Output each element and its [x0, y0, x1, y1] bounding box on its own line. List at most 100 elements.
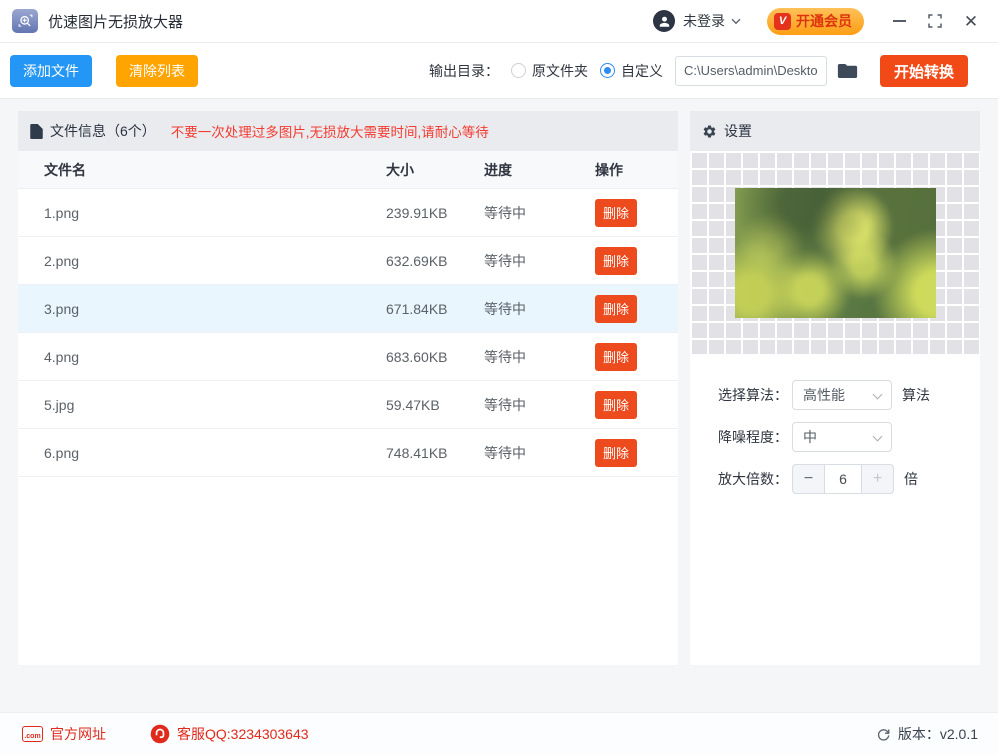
- version-label: 版本：: [897, 726, 940, 742]
- chevron-down-icon: [872, 431, 883, 442]
- close-icon: ✕: [963, 11, 979, 31]
- scale-decrease-button[interactable]: −: [792, 464, 825, 494]
- settings-controls: 选择算法： 高性能 算法 降噪程度： 中 放大倍数： − 6 + 倍: [690, 354, 980, 494]
- radio-custom-folder-label: 自定义: [621, 62, 663, 79]
- col-action: 操作: [595, 161, 623, 178]
- radio-custom-folder[interactable]: 自定义: [600, 61, 663, 81]
- chevron-down-icon[interactable]: [731, 18, 741, 25]
- vip-button-label: 开通会员: [796, 13, 852, 29]
- table-row-selected[interactable]: 3.png 671.84KB 等待中 删除: [18, 285, 678, 333]
- gear-icon: [703, 124, 716, 137]
- col-size: 大小: [386, 161, 414, 178]
- image-preview: [734, 187, 936, 318]
- close-button[interactable]: ✕: [960, 10, 982, 32]
- start-convert-button[interactable]: 开始转换: [880, 54, 968, 87]
- radio-custom-folder-icon: [600, 63, 615, 78]
- radio-original-folder-label: 原文件夹: [532, 62, 588, 79]
- qq-service-link[interactable]: 客服QQ:3234303643: [177, 724, 309, 744]
- file-name: 5.jpg: [44, 396, 75, 413]
- algorithm-select[interactable]: 高性能: [792, 380, 892, 410]
- vip-badge-icon: V: [774, 12, 791, 30]
- footer: .com 官方网址 客服QQ:3234303643 版本： v2.0.1: [0, 712, 998, 755]
- file-size: 683.60KB: [386, 348, 448, 365]
- chevron-down-icon: [872, 389, 883, 400]
- file-size: 671.84KB: [386, 300, 448, 317]
- denoise-select[interactable]: 中: [792, 422, 892, 452]
- title-bar: 优速图片无损放大器 未登录 V 开通会员 ✕: [0, 0, 998, 43]
- delete-button[interactable]: 删除: [595, 390, 637, 419]
- file-status: 等待中: [484, 396, 526, 413]
- clear-list-button[interactable]: 清除列表: [116, 54, 198, 87]
- delete-button[interactable]: 删除: [595, 342, 637, 371]
- delete-button[interactable]: 删除: [595, 198, 637, 227]
- scale-value[interactable]: 6: [825, 464, 861, 494]
- scale-label: 放大倍数：: [718, 471, 788, 487]
- file-panel-title: 文件信息（6个）: [50, 123, 156, 139]
- file-panel-header: 文件信息（6个） 不要一次处理过多图片,无损放大需要时间,请耐心等待: [18, 111, 678, 151]
- settings-panel-title: 设置: [724, 123, 752, 139]
- user-avatar-icon[interactable]: [653, 10, 675, 32]
- minimize-button[interactable]: [888, 10, 910, 32]
- file-status: 等待中: [484, 252, 526, 269]
- official-site-link[interactable]: 官方网址: [50, 724, 106, 744]
- maximize-icon: [928, 14, 942, 28]
- file-name: 3.png: [44, 300, 80, 317]
- denoise-label: 降噪程度：: [718, 429, 788, 445]
- warning-text: 不要一次处理过多图片,无损放大需要时间,请耐心等待: [170, 125, 489, 140]
- denoise-value: 中: [803, 429, 817, 445]
- file-status: 等待中: [484, 300, 526, 317]
- main-content: 文件信息（6个） 不要一次处理过多图片,无损放大需要时间,请耐心等待 文件名 大…: [0, 99, 998, 712]
- file-name: 4.png: [44, 348, 80, 365]
- algorithm-label: 选择算法：: [718, 387, 788, 403]
- refresh-icon[interactable]: [876, 727, 891, 742]
- file-name: 6.png: [44, 444, 80, 461]
- table-row[interactable]: 5.jpg 59.47KB 等待中 删除: [18, 381, 678, 429]
- file-status: 等待中: [484, 444, 526, 461]
- maximize-button[interactable]: [924, 10, 946, 32]
- output-path-input[interactable]: [675, 55, 827, 86]
- delete-button[interactable]: 删除: [595, 438, 637, 467]
- website-icon: .com: [22, 726, 43, 742]
- preview-photo-flowers: [734, 187, 936, 318]
- file-name: 2.png: [44, 252, 80, 269]
- preview-checkerboard: [690, 151, 980, 354]
- scale-stepper: − 6 +: [792, 464, 894, 494]
- file-size: 748.41KB: [386, 444, 448, 461]
- delete-button[interactable]: 删除: [595, 294, 637, 323]
- file-status: 等待中: [484, 204, 526, 221]
- open-vip-button[interactable]: V 开通会员: [767, 7, 864, 35]
- browse-folder-button[interactable]: [837, 62, 858, 80]
- file-size: 59.47KB: [386, 396, 440, 413]
- file-list-panel: 文件信息（6个） 不要一次处理过多图片,无损放大需要时间,请耐心等待 文件名 大…: [18, 111, 678, 665]
- table-row[interactable]: 4.png 683.60KB 等待中 删除: [18, 333, 678, 381]
- app-title: 优速图片无损放大器: [48, 13, 184, 31]
- file-size: 239.91KB: [386, 204, 448, 221]
- delete-button[interactable]: 删除: [595, 246, 637, 275]
- folder-icon: [837, 63, 858, 78]
- output-dir-label: 输出目录：: [429, 62, 499, 79]
- file-status: 等待中: [484, 348, 526, 365]
- minimize-icon: [892, 20, 906, 22]
- file-name: 1.png: [44, 204, 80, 221]
- col-progress: 进度: [484, 161, 512, 178]
- algorithm-suffix: 算法: [902, 387, 930, 403]
- settings-panel: 设置 选择算法： 高性能 算法 降噪程度： 中 放大倍数： − 6 + 倍: [690, 111, 980, 665]
- scale-increase-button[interactable]: +: [861, 464, 894, 494]
- algorithm-value: 高性能: [803, 387, 845, 403]
- table-row[interactable]: 2.png 632.69KB 等待中 删除: [18, 237, 678, 285]
- file-size: 632.69KB: [386, 252, 448, 269]
- settings-panel-header: 设置: [690, 111, 980, 151]
- col-filename: 文件名: [44, 161, 86, 178]
- qq-service-icon: [150, 724, 170, 744]
- add-files-button[interactable]: 添加文件: [10, 54, 92, 87]
- table-header: 文件名 大小 进度 操作: [18, 151, 678, 189]
- scale-suffix: 倍: [904, 471, 918, 487]
- table-row[interactable]: 6.png 748.41KB 等待中 删除: [18, 429, 678, 477]
- radio-original-folder-icon: [511, 63, 526, 78]
- app-logo-icon: [12, 9, 38, 33]
- table-row[interactable]: 1.png 239.91KB 等待中 删除: [18, 189, 678, 237]
- login-status-label[interactable]: 未登录: [683, 11, 725, 31]
- toolbar: 添加文件 清除列表 输出目录： 原文件夹 自定义 开始转换: [0, 43, 998, 99]
- document-icon: [30, 123, 43, 139]
- radio-original-folder[interactable]: 原文件夹: [511, 61, 588, 81]
